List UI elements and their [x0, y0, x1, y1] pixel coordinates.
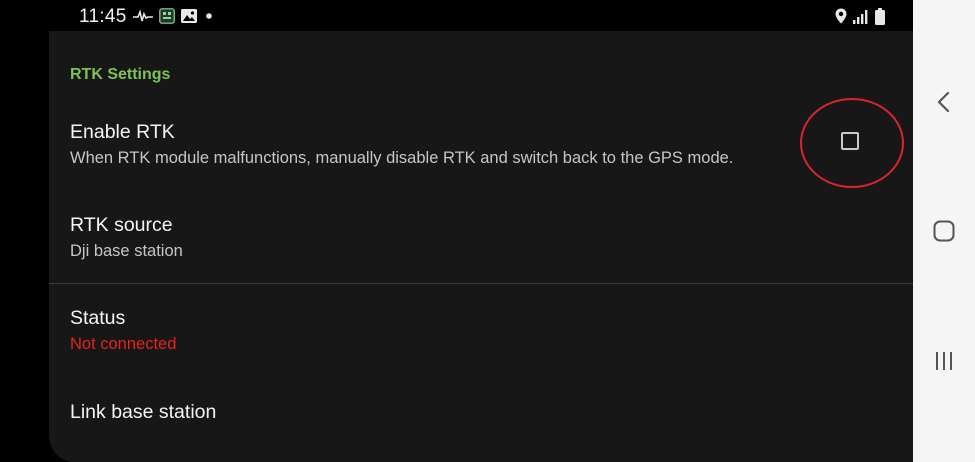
app-notification-icon [159, 8, 175, 24]
back-icon [937, 91, 950, 113]
rtk-source-title: RTK source [70, 214, 173, 236]
image-icon [181, 9, 197, 23]
enable-rtk-preference[interactable]: Enable RTK When RTK module malfunctions,… [49, 111, 913, 197]
section-title: RTK Settings [70, 66, 171, 83]
divider [49, 283, 913, 284]
back-button[interactable] [913, 90, 975, 114]
rtk-settings-panel: RTK Settings Enable RTK When RTK module … [49, 31, 913, 462]
rtk-source-preference[interactable]: RTK source Dji base station [49, 206, 913, 281]
recent-apps-button[interactable] [913, 349, 975, 373]
home-icon [933, 220, 955, 242]
home-button[interactable] [913, 219, 975, 243]
status-bar-notification-icons [133, 7, 215, 25]
navigation-bar [913, 0, 975, 462]
status-title: Status [70, 307, 126, 329]
status-bar-time: 11:45 [79, 6, 127, 27]
status-value: Not connected [70, 335, 177, 353]
status-bar-system-icons [835, 7, 885, 25]
status-bar: 11:45 [0, 0, 913, 31]
annotation-circle [800, 98, 904, 188]
recent-apps-icon [936, 352, 952, 370]
link-base-station-title: Link base station [70, 401, 217, 423]
link-base-station-preference[interactable]: Link base station [49, 393, 913, 453]
status-preference[interactable]: Status Not connected [49, 299, 913, 374]
location-icon [835, 8, 847, 24]
activity-icon [133, 9, 153, 22]
battery-icon [875, 7, 885, 25]
enable-rtk-title: Enable RTK [70, 121, 175, 143]
dot-icon [206, 13, 212, 19]
enable-rtk-summary: When RTK module malfunctions, manually d… [70, 149, 734, 167]
signal-icon [853, 9, 868, 24]
rtk-source-value: Dji base station [70, 242, 183, 260]
